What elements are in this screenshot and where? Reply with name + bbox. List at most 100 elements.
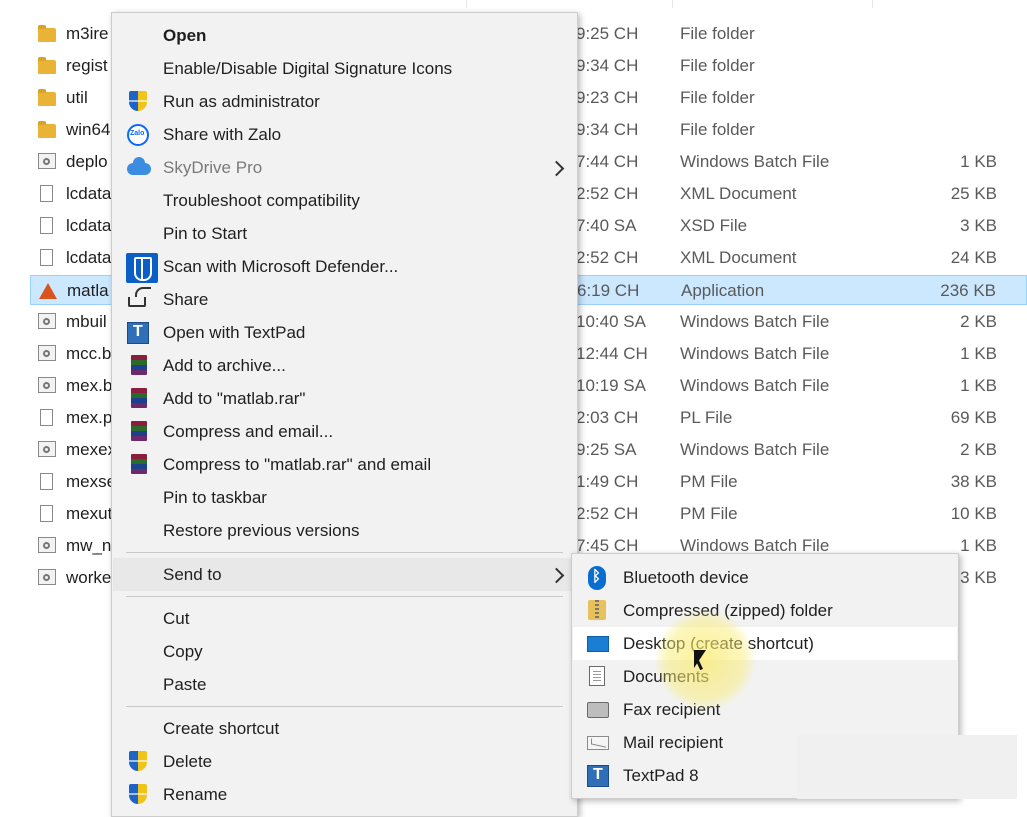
menu-separator [126,552,563,553]
file-type: Windows Batch File [680,312,830,331]
file-type: File folder [680,56,755,75]
document-icon [40,409,53,426]
batch-file-icon [38,377,56,393]
menu-item-add-matlab-rar[interactable]: Add to "matlab.rar" [113,382,576,415]
file-name: mw_n [66,536,112,555]
file-name: regist [66,56,108,75]
shield-icon [129,751,147,771]
defender-shield-icon [126,253,158,283]
mail-icon [587,736,609,750]
textpad-icon [587,765,609,787]
menu-item-cut[interactable]: Cut [113,602,576,635]
file-modified-time: 2:03 CH [576,408,639,427]
file-size: 2 KB [960,312,997,331]
file-name: mexse [66,472,117,491]
file-size: 236 KB [940,281,996,300]
menu-item-open-textpad[interactable]: Open with TextPad [113,316,576,349]
menu-item-label: Paste [163,675,207,694]
menu-item-share[interactable]: Share [113,283,576,316]
menu-item-send-to[interactable]: Send to [113,558,576,591]
file-modified-time: 12:44 CH [576,344,648,363]
menu-item-share-zalo[interactable]: Share with Zalo [113,118,576,151]
folder-icon [38,57,56,74]
menu-item-compressed-folder[interactable]: Compressed (zipped) folder [573,594,957,627]
file-size: 69 KB [950,408,997,427]
file-type: Windows Batch File [680,152,830,171]
document-icon [40,217,53,234]
batch-file-icon [38,569,56,585]
menu-item-digital-signature[interactable]: Enable/Disable Digital Signature Icons [113,52,576,85]
cloud-icon [127,157,151,175]
menu-item-pin-taskbar[interactable]: Pin to taskbar [113,481,576,514]
menu-item-label: Pin to Start [163,224,248,243]
menu-item-label: Delete [163,752,213,771]
menu-item-label: Add to archive... [163,356,286,375]
file-type: PL File [680,408,733,427]
folder-icon [38,121,56,138]
menu-item-label: SkyDrive Pro [163,158,263,177]
menu-item-paste[interactable]: Paste [113,668,576,701]
menu-item-restore-versions[interactable]: Restore previous versions [113,514,576,547]
file-name: lcdata [66,216,112,235]
file-size: 1 KB [960,344,997,363]
mouse-pointer-icon [694,650,706,668]
menu-item-documents[interactable]: Documents [573,660,957,693]
menu-item-desktop-shortcut[interactable]: Desktop (create shortcut) [573,627,957,660]
menu-item-copy[interactable]: Copy [113,635,576,668]
menu-item-compress-matlab-email[interactable]: Compress to "matlab.rar" and email [113,448,576,481]
file-name: m3ire [66,24,109,43]
matlab-app-icon [39,283,57,299]
file-size: 24 KB [950,248,997,267]
menu-item-label: TextPad 8 [623,766,699,785]
file-modified-time: 6:19 CH [577,281,640,300]
menu-item-label: Troubleshoot compatibility [163,191,360,210]
file-size: 25 KB [950,184,997,203]
menu-separator [126,706,563,707]
batch-file-icon [38,313,56,329]
menu-item-create-shortcut[interactable]: Create shortcut [113,712,576,745]
menu-item-add-archive[interactable]: Add to archive... [113,349,576,382]
menu-item-label: Bluetooth device [623,568,749,587]
chevron-right-icon [548,160,565,177]
file-modified-time: 9:34 CH [576,120,639,139]
column-separator [672,0,673,8]
file-size: 38 KB [950,472,997,491]
file-size: 3 KB [960,216,997,235]
file-size: 2 KB [960,440,997,459]
menu-item-pin-start[interactable]: Pin to Start [113,217,576,250]
menu-item-compress-email[interactable]: Compress and email... [113,415,576,448]
winrar-icon [131,388,147,408]
menu-item-label: Restore previous versions [163,521,360,540]
file-name: util [66,88,88,107]
menu-item-label: Compress to "matlab.rar" and email [163,455,432,474]
chevron-right-icon [548,567,565,584]
file-modified-time: 2:52 CH [576,504,639,523]
menu-item-troubleshoot[interactable]: Troubleshoot compatibility [113,184,576,217]
file-modified-time: 9:34 CH [576,56,639,75]
file-name: lcdata [66,184,112,203]
menu-item-rename[interactable]: Rename [113,778,576,811]
menu-item-label: Run as administrator [163,92,320,111]
winrar-icon [131,454,147,474]
file-modified-time: 7:44 CH [576,152,639,171]
menu-item-bluetooth[interactable]: Bluetooth device [573,561,957,594]
file-modified-time: 9:25 CH [576,24,639,43]
menu-item-delete[interactable]: Delete [113,745,576,778]
menu-item-label: Desktop (create shortcut) [623,634,814,653]
document-icon [40,185,53,202]
menu-item-label: Fax recipient [623,700,721,719]
fax-icon [587,702,609,718]
menu-item-label: Cut [163,609,190,628]
file-modified-time: 10:19 SA [576,376,646,395]
menu-separator [126,596,563,597]
file-name: mexut [66,504,113,523]
menu-item-label: Enable/Disable Digital Signature Icons [163,59,453,78]
menu-item-open[interactable]: Open [113,19,576,52]
file-name: mexex [66,440,117,459]
menu-item-scan-defender[interactable]: Scan with Microsoft Defender... [113,250,576,283]
menu-item-skydrive-pro[interactable]: SkyDrive Pro [113,151,576,184]
file-size: 10 KB [950,504,997,523]
menu-item-run-as-admin[interactable]: Run as administrator [113,85,576,118]
menu-item-fax[interactable]: Fax recipient [573,693,957,726]
desktop-icon [587,636,609,652]
